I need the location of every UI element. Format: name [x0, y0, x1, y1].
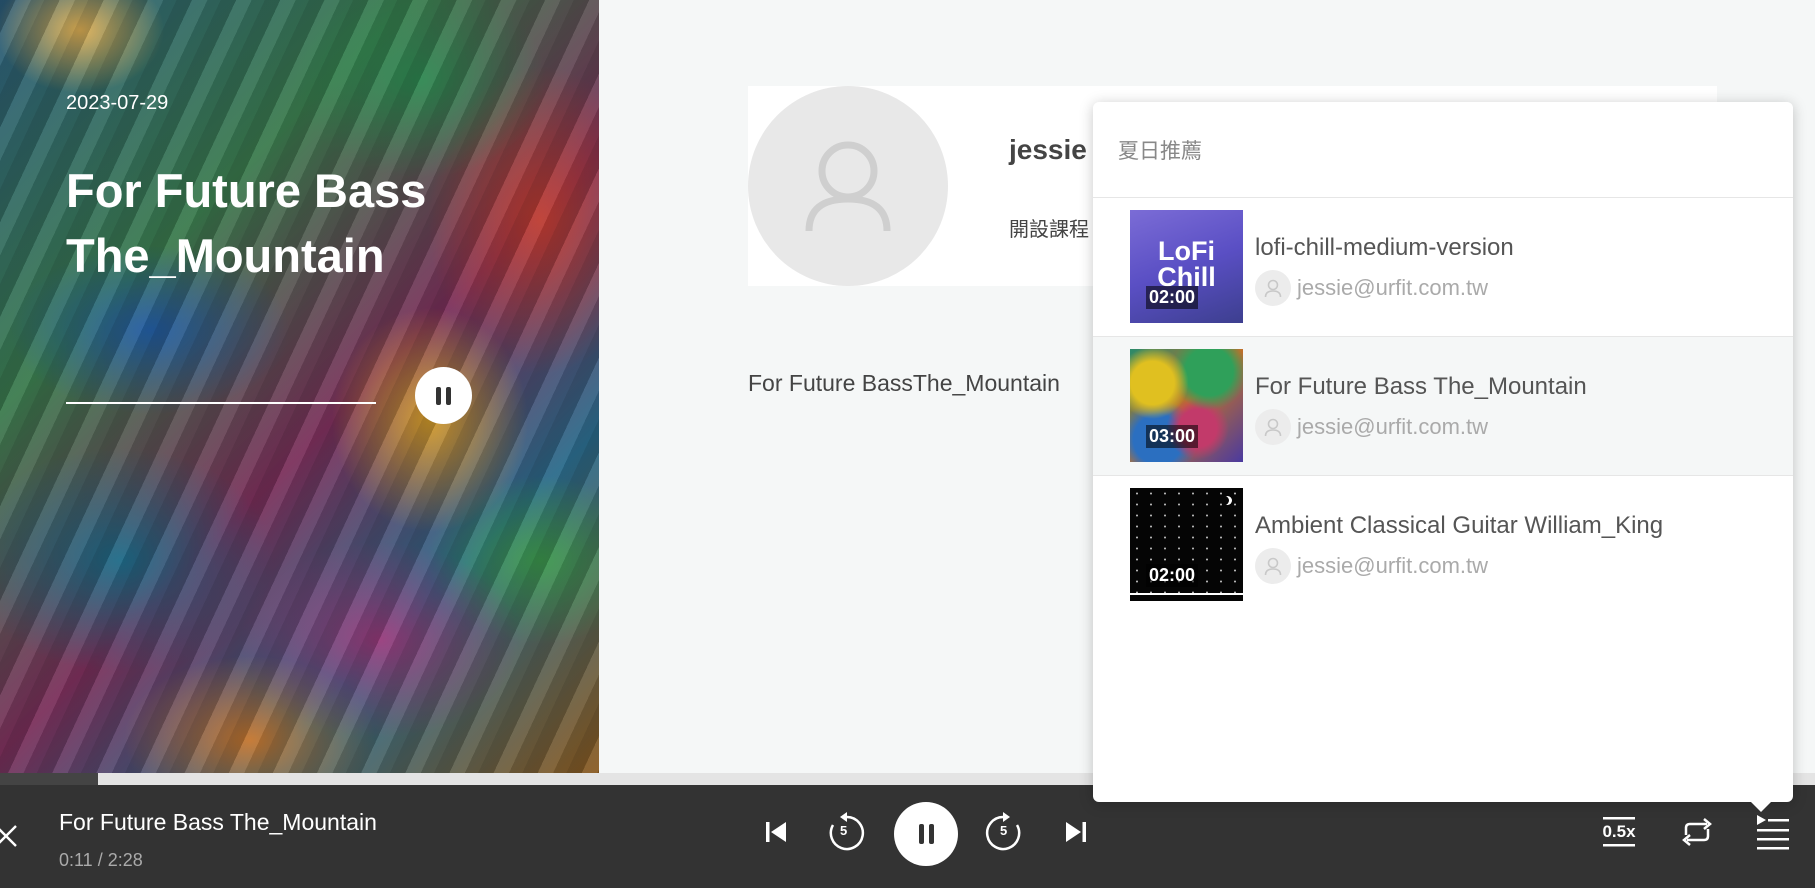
- playlist-button[interactable]: [1755, 813, 1791, 851]
- now-playing-time: 0:11 / 2:28: [59, 850, 143, 871]
- playlist-icon: [1757, 815, 1789, 850]
- user-icon: [1255, 548, 1291, 584]
- track-thumbnail: LoFi Chill 02:00: [1130, 210, 1243, 323]
- hero-progress-bar[interactable]: [66, 402, 376, 404]
- speed-button[interactable]: 0.5x: [1598, 814, 1640, 850]
- forward-button[interactable]: 5: [985, 812, 1025, 852]
- current-time: 0:11: [59, 850, 93, 870]
- hero-title: For Future Bass The_Mountain: [66, 164, 427, 282]
- play-pause-button[interactable]: [894, 802, 958, 866]
- skip-next-icon: [1066, 822, 1086, 842]
- close-icon: [0, 825, 17, 847]
- now-playing-title: For Future Bass The_Mountain: [59, 809, 377, 835]
- avatar[interactable]: [748, 86, 948, 286]
- speed-label: 0.5x: [1602, 822, 1636, 841]
- user-icon: [1255, 270, 1291, 306]
- previous-button[interactable]: [764, 817, 788, 847]
- repeat-icon: [1682, 818, 1712, 846]
- hero-play-button[interactable]: [415, 367, 472, 424]
- track-description: For Future BassThe_Mountain: [748, 370, 1060, 396]
- playlist-item[interactable]: 02:00 Ambient Classical Guitar William_K…: [1093, 476, 1793, 615]
- author-email: jessie@urfit.com.tw: [1297, 414, 1489, 439]
- playlist-item[interactable]: LoFi Chill 02:00 lofi-chill-medium-versi…: [1093, 198, 1793, 337]
- skip-previous-icon: [766, 822, 786, 842]
- track-progress-fill: [0, 773, 98, 785]
- track-thumbnail: 02:00: [1130, 488, 1243, 601]
- repeat-button[interactable]: [1678, 815, 1716, 849]
- pause-icon: [436, 386, 451, 405]
- playlist-item-author: jessie@urfit.com.tw: [1255, 548, 1488, 584]
- duration-badge: 02:00: [1146, 564, 1199, 587]
- hero-cover: 2023-07-29 For Future Bass The_Mountain: [0, 0, 599, 773]
- user-icon: [1255, 409, 1291, 445]
- profile-course-label: 開設課程: [1009, 219, 1089, 241]
- playlist-item-author: jessie@urfit.com.tw: [1255, 409, 1488, 445]
- playlist-item[interactable]: 03:00 For Future Bass The_Mountain jessi…: [1093, 337, 1793, 476]
- hero-date: 2023-07-29: [66, 92, 169, 114]
- total-time: 2:28: [107, 850, 143, 870]
- profile-name[interactable]: jessie: [1009, 134, 1087, 166]
- close-button[interactable]: [0, 818, 22, 854]
- time-separator: /: [97, 850, 103, 870]
- track-thumbnail: 03:00: [1130, 349, 1243, 462]
- author-email: jessie@urfit.com.tw: [1297, 553, 1489, 578]
- duration-badge: 03:00: [1146, 425, 1199, 448]
- playlist-item-title: Ambient Classical Guitar William_King: [1255, 512, 1664, 539]
- rewind-seconds: 5: [840, 823, 848, 838]
- pause-icon: [918, 824, 934, 844]
- playlist-item-title: lofi-chill-medium-version: [1255, 234, 1514, 261]
- playlist-popover: 夏日推薦 LoFi Chill 02:00 lofi-chill-medium-…: [1093, 102, 1793, 812]
- next-button[interactable]: [1064, 817, 1088, 847]
- playlist-item-title: For Future Bass The_Mountain: [1255, 373, 1587, 400]
- playlist-title: 夏日推薦: [1093, 102, 1793, 198]
- duration-badge: 02:00: [1146, 286, 1199, 309]
- forward-seconds: 5: [1000, 823, 1008, 838]
- thumbnail-text: LoFi Chill: [1157, 236, 1216, 292]
- playlist-item-author: jessie@urfit.com.tw: [1255, 270, 1488, 306]
- author-email: jessie@urfit.com.tw: [1297, 275, 1489, 300]
- user-icon: [805, 141, 891, 232]
- rewind-button[interactable]: 5: [825, 812, 865, 852]
